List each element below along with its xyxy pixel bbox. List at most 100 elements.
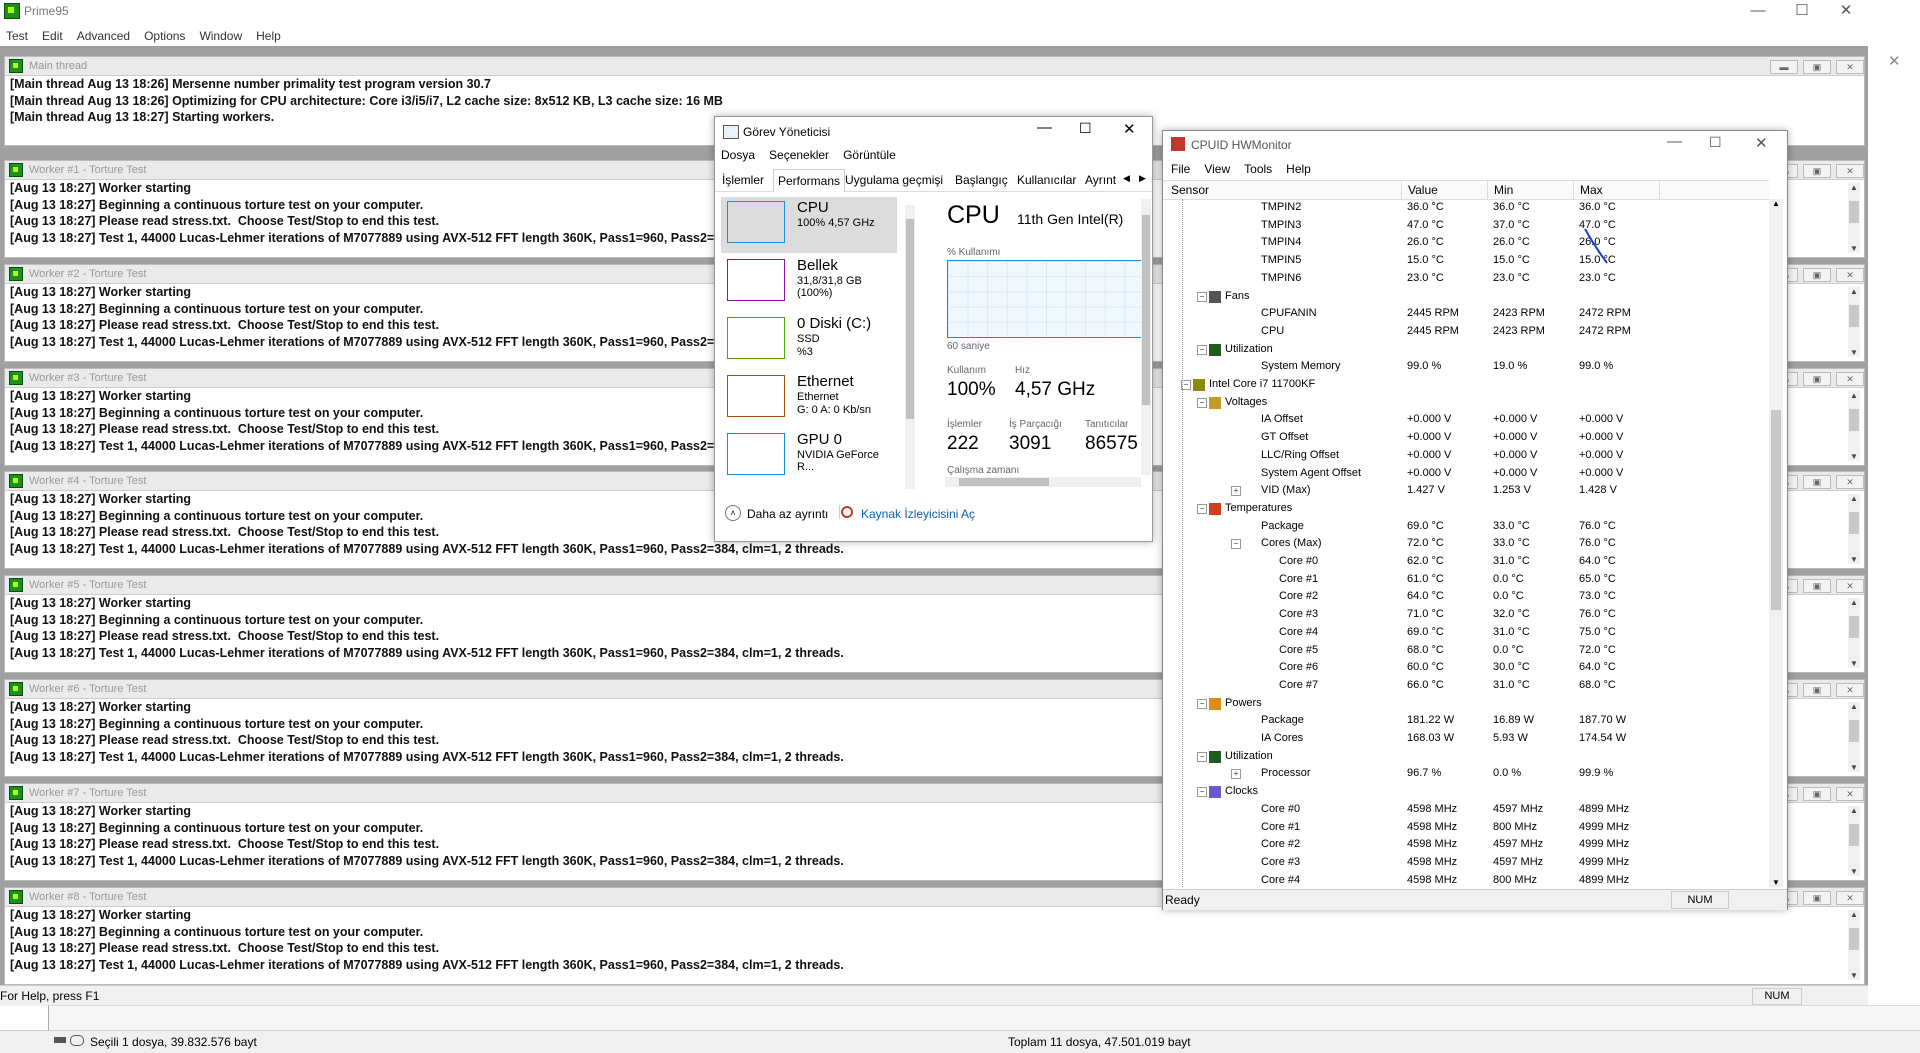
sensor-row[interactable]: Core #4 69.0 °C 31.0 °C 75.0 °C: [1163, 624, 1769, 642]
sensor-group-row[interactable]: − Clocks: [1163, 783, 1769, 801]
child-close-icon[interactable]: ✕: [1836, 579, 1864, 593]
child-scrollbar[interactable]: ▲ ▼: [1848, 494, 1860, 564]
tm-menu-options[interactable]: Seçenekler: [769, 148, 829, 162]
resource-disk[interactable]: 0 Diski (C:) SSD %3: [721, 313, 897, 369]
resource-ethernet[interactable]: Ethernet Ethernet G: 0 A: 0 Kb/sn: [721, 371, 897, 427]
sensor-row[interactable]: TMPIN4 26.0 °C 26.0 °C 26.0 °C: [1163, 234, 1769, 252]
child-close-icon[interactable]: ✕: [1836, 268, 1864, 282]
tm-detail-hscroll-thumb[interactable]: [959, 478, 1049, 486]
collapse-toggle-icon[interactable]: −: [1197, 698, 1207, 709]
mdi-close-icon[interactable]: ✕: [1888, 52, 1901, 70]
child-minimize-icon[interactable]: ▬: [1770, 60, 1798, 74]
scroll-up-icon[interactable]: ▲: [1848, 494, 1860, 503]
tm-detail-hscrollbar[interactable]: [945, 477, 1141, 487]
child-titlebar[interactable]: Main thread ▬ ▣ ✕: [5, 57, 1864, 76]
sensor-group-row[interactable]: − Fans: [1163, 288, 1769, 306]
resource-gpu[interactable]: GPU 0 NVIDIA GeForce R...: [721, 429, 897, 485]
sensor-row[interactable]: Package 181.22 W 16.89 W 187.70 W: [1163, 712, 1769, 730]
hw-vscrollbar[interactable]: ▲ ▼: [1769, 199, 1783, 887]
less-details-link[interactable]: Daha az ayrıntı: [747, 507, 828, 521]
scroll-down-icon[interactable]: ▼: [1848, 452, 1860, 461]
sensor-row[interactable]: Core #0 62.0 °C 31.0 °C 64.0 °C: [1163, 553, 1769, 571]
scroll-thumb[interactable]: [1849, 720, 1859, 742]
child-maximize-icon[interactable]: ▣: [1803, 475, 1831, 489]
scroll-thumb[interactable]: [1849, 305, 1859, 327]
sensor-row[interactable]: TMPIN5 15.0 °C 15.0 °C 15.0 °C: [1163, 252, 1769, 270]
scroll-thumb[interactable]: [1849, 512, 1859, 534]
sensor-row[interactable]: Core #4 4598 MHz 800 MHz 4899 MHz: [1163, 872, 1769, 887]
sensor-row[interactable]: + Processor 96.7 % 0.0 % 99.9 %: [1163, 765, 1769, 783]
child-scrollbar[interactable]: ▲ ▼: [1848, 806, 1860, 876]
sensor-row[interactable]: IA Cores 168.03 W 5.93 W 174.54 W: [1163, 730, 1769, 748]
menu-edit[interactable]: Edit: [36, 26, 63, 46]
sensor-row[interactable]: TMPIN3 47.0 °C 37.0 °C 47.0 °C: [1163, 217, 1769, 235]
scroll-up-icon[interactable]: ▲: [1848, 806, 1860, 815]
scroll-thumb[interactable]: [1849, 409, 1859, 431]
sensor-row[interactable]: Core #7 66.0 °C 31.0 °C 68.0 °C: [1163, 677, 1769, 695]
close-icon[interactable]: ✕: [1824, 0, 1868, 22]
child-maximize-icon[interactable]: ▣: [1803, 579, 1831, 593]
child-scrollbar[interactable]: ▲ ▼: [1848, 183, 1860, 253]
sensor-group-row[interactable]: − Powers: [1163, 695, 1769, 713]
menu-test[interactable]: Test: [0, 26, 28, 46]
tm-list-scroll-thumb[interactable]: [906, 219, 914, 419]
col-max[interactable]: Max: [1573, 181, 1603, 199]
scroll-up-icon[interactable]: ▲: [1772, 199, 1780, 208]
sensor-row[interactable]: System Memory 99.0 % 19.0 % 99.0 %: [1163, 358, 1769, 376]
scroll-up-icon[interactable]: ▲: [1848, 391, 1860, 400]
scroll-down-icon[interactable]: ▼: [1848, 763, 1860, 772]
col-min[interactable]: Min: [1487, 181, 1513, 199]
child-close-icon[interactable]: ✕: [1836, 164, 1864, 178]
child-close-icon[interactable]: ✕: [1836, 787, 1864, 801]
tm-detail-vscroll-thumb[interactable]: [1142, 215, 1150, 405]
hw-menu-help[interactable]: Help: [1286, 162, 1311, 176]
col-sensor[interactable]: Sensor: [1171, 183, 1209, 197]
scroll-down-icon[interactable]: ▼: [1848, 244, 1860, 253]
scroll-down-icon[interactable]: ▼: [1848, 867, 1860, 876]
scroll-thumb[interactable]: [1849, 824, 1859, 846]
tab-details[interactable]: Ayrınt: [1085, 173, 1116, 187]
sensor-group-row[interactable]: − Temperatures: [1163, 500, 1769, 518]
sensor-row[interactable]: System Agent Offset +0.000 V +0.000 V +0.00…: [1163, 465, 1769, 483]
tab-scroll-right-icon[interactable]: ▶: [1139, 173, 1146, 184]
tab-users[interactable]: Kullanıcılar: [1017, 173, 1076, 187]
sensor-row[interactable]: Core #3 71.0 °C 32.0 °C 76.0 °C: [1163, 606, 1769, 624]
menu-help[interactable]: Help: [250, 26, 281, 46]
scroll-up-icon[interactable]: ▲: [1848, 183, 1860, 192]
sensor-row[interactable]: GT Offset +0.000 V +0.000 V +0.000 V: [1163, 429, 1769, 447]
sensor-group-row[interactable]: − Intel Core i7 11700KF: [1163, 376, 1769, 394]
child-scrollbar[interactable]: ▲ ▼: [1848, 910, 1860, 980]
child-maximize-icon[interactable]: ▣: [1803, 60, 1831, 74]
scroll-up-icon[interactable]: ▲: [1848, 287, 1860, 296]
sensor-row[interactable]: TMPIN2 36.0 °C 36.0 °C 36.0 °C: [1163, 199, 1769, 217]
sensor-row[interactable]: CPUFANIN 2445 RPM 2423 RPM 2472 RPM: [1163, 305, 1769, 323]
sensor-row[interactable]: − Cores (Max) 72.0 °C 33.0 °C 76.0 °C: [1163, 535, 1769, 553]
prime95-titlebar[interactable]: Prime95 — ☐ ✕: [0, 0, 1868, 22]
tm-list-scrollbar[interactable]: [905, 205, 915, 489]
scroll-up-icon[interactable]: ▲: [1848, 598, 1860, 607]
sensor-row[interactable]: + VID (Max) 1.427 V 1.253 V 1.428 V: [1163, 482, 1769, 500]
sensor-row[interactable]: IA Offset +0.000 V +0.000 V +0.000 V: [1163, 411, 1769, 429]
sensor-row[interactable]: LLC/Ring Offset +0.000 V +0.000 V +0.000 V: [1163, 447, 1769, 465]
hw-menu-view[interactable]: View: [1204, 162, 1230, 176]
chevron-up-icon[interactable]: ˄: [725, 505, 741, 521]
hw-menu-tools[interactable]: Tools: [1244, 162, 1272, 176]
col-value[interactable]: Value: [1401, 181, 1438, 199]
child-scrollbar[interactable]: ▲ ▼: [1848, 598, 1860, 668]
sensor-row[interactable]: Core #2 4598 MHz 4597 MHz 4999 MHz: [1163, 836, 1769, 854]
tm-close-icon[interactable]: ✕: [1123, 120, 1136, 138]
expand-toggle-icon[interactable]: +: [1231, 486, 1241, 497]
tab-performance[interactable]: Performans: [773, 169, 846, 192]
tm-minimize-icon[interactable]: —: [1037, 119, 1052, 136]
tab-startup[interactable]: Başlangıç: [955, 173, 1008, 187]
sensor-row[interactable]: Package 69.0 °C 33.0 °C 76.0 °C: [1163, 518, 1769, 536]
hw-menu-file[interactable]: File: [1171, 162, 1190, 176]
scroll-down-icon[interactable]: ▼: [1772, 878, 1780, 887]
scroll-up-icon[interactable]: ▲: [1848, 910, 1860, 919]
child-close-icon[interactable]: ✕: [1836, 891, 1864, 905]
hw-maximize-icon[interactable]: ☐: [1709, 134, 1722, 151]
scroll-down-icon[interactable]: ▼: [1848, 348, 1860, 357]
scroll-thumb[interactable]: [1849, 616, 1859, 638]
collapse-toggle-icon[interactable]: −: [1197, 503, 1207, 514]
open-resource-monitor-link[interactable]: Kaynak İzleyicisini Aç: [861, 507, 975, 521]
